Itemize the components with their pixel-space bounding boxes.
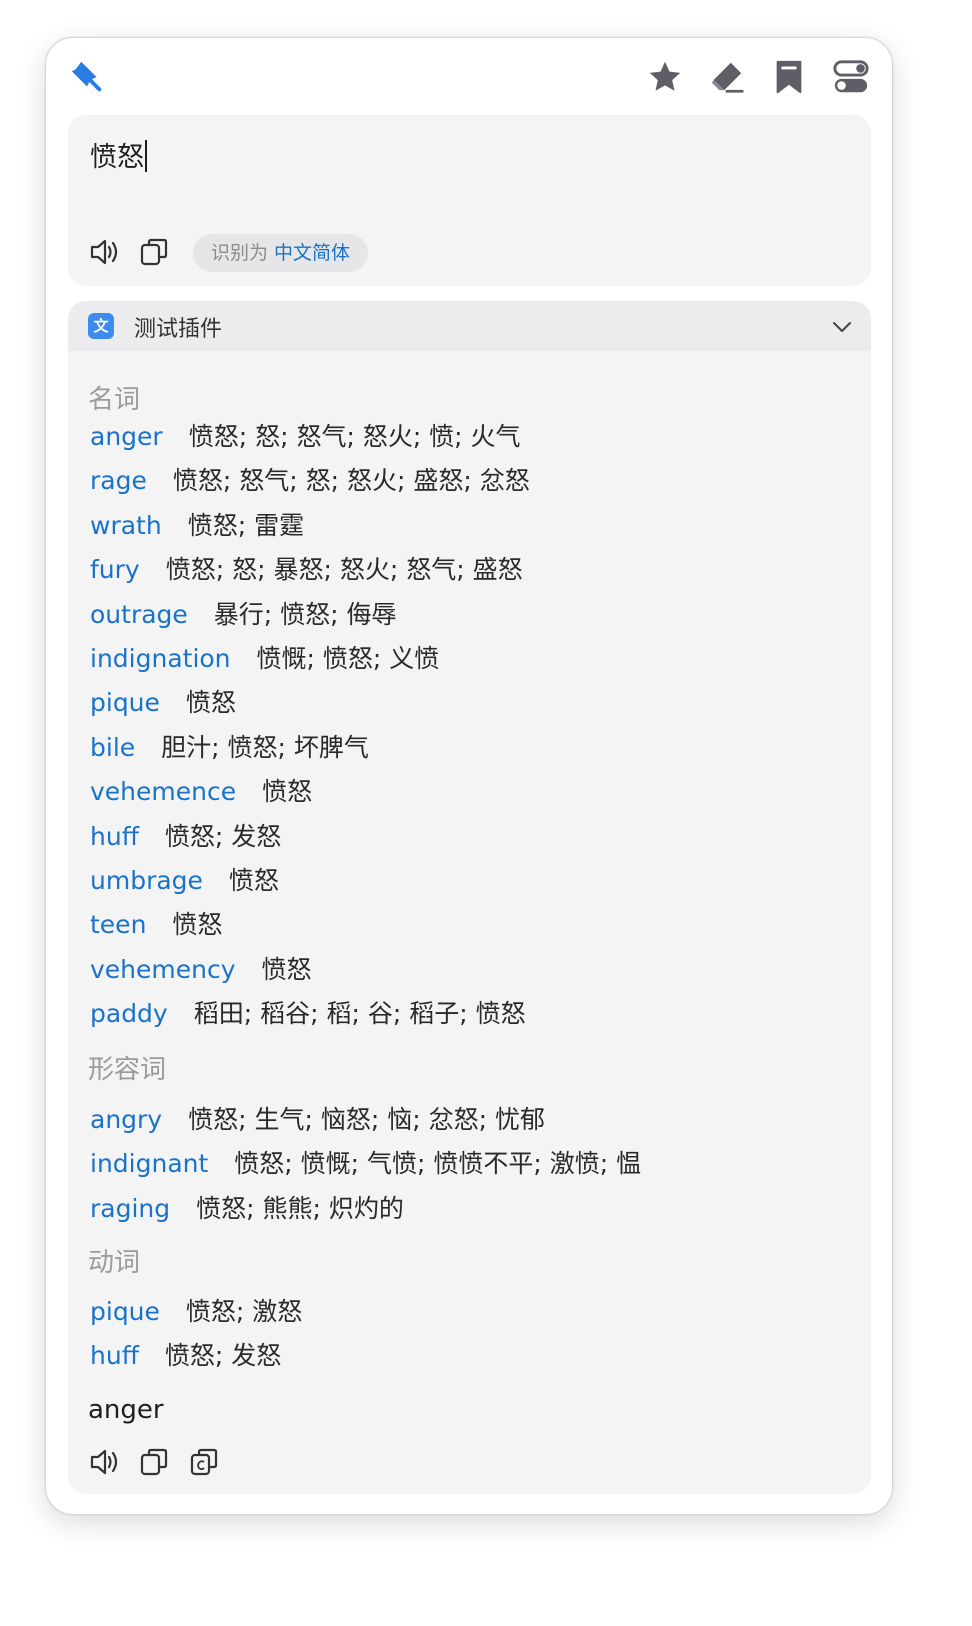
definition-row: anger 愤怒; 怒; 怒气; 怒火; 愤; 火气 — [90, 420, 521, 454]
definition-meaning: 愤怒 — [261, 955, 312, 984]
definition-word[interactable]: pique — [90, 1297, 160, 1326]
definition-row: umbrage 愤怒 — [90, 864, 279, 898]
pin-icon[interactable] — [68, 58, 106, 96]
definition-row: pique 愤怒 — [90, 686, 236, 720]
definition-row: angry 愤怒; 生气; 恼怒; 恼; 忿怒; 忧郁 — [90, 1103, 545, 1137]
input-value: 愤怒 — [90, 142, 144, 173]
definition-meaning: 愤怒; 激怒 — [185, 1297, 303, 1326]
definition-row: huff 愤怒; 发怒 — [90, 1339, 281, 1373]
definition-meaning: 稻田; 稻谷; 稻; 谷; 稻子; 愤怒 — [193, 999, 526, 1028]
definition-row: fury 愤怒; 怒; 暴怒; 怒火; 怒气; 盛怒 — [90, 553, 523, 587]
definition-word[interactable]: fury — [90, 555, 140, 584]
definition-row: outrage 暴行; 愤怒; 侮辱 — [90, 598, 397, 632]
star-icon[interactable] — [646, 58, 684, 96]
toggle-icon[interactable] — [832, 58, 870, 96]
copy-result-icon[interactable] — [188, 1445, 222, 1479]
result-header[interactable]: 文 测试插件 — [68, 301, 871, 351]
definition-word[interactable]: vehemency — [90, 955, 236, 984]
result-card: 文 测试插件 名词 anger 愤怒; 怒; 怒气; 怒火; 愤; 火气 rage 愤怒… — [68, 301, 871, 1494]
definition-row: pique 愤怒; 激怒 — [90, 1295, 302, 1329]
definition-meaning: 愤怒 — [262, 777, 313, 806]
definition-row: bile 胆汁; 愤怒; 坏脾气 — [90, 731, 369, 765]
speaker-icon[interactable] — [88, 235, 122, 269]
pos-label: 动词 — [88, 1248, 141, 1278]
input-card[interactable]: 愤怒 识别为 中文简体 — [68, 115, 871, 286]
definition-meaning: 愤怒; 发怒 — [164, 822, 282, 851]
definition-row: vehemence 愤怒 — [90, 775, 312, 809]
definition-meaning: 愤怒 — [185, 688, 236, 717]
definition-meaning: 愤怒 — [172, 910, 223, 939]
detected-language: 中文简体 — [274, 242, 351, 264]
detected-prefix: 识别为 — [211, 242, 269, 264]
definition-word[interactable]: outrage — [90, 600, 188, 629]
definition-word[interactable]: raging — [90, 1194, 170, 1223]
input-text[interactable]: 愤怒 — [90, 135, 147, 174]
definition-word[interactable]: anger — [90, 422, 163, 451]
toolbar — [46, 38, 892, 116]
chevron-down-icon[interactable] — [831, 316, 853, 338]
definition-word[interactable]: huff — [90, 822, 139, 851]
definition-meaning: 愤怒; 生气; 恼怒; 恼; 忿怒; 忧郁 — [188, 1105, 545, 1134]
definition-meaning: 愤怒; 愤慨; 气愤; 愤愤不平; 激愤; 愠 — [234, 1149, 642, 1178]
definition-row: huff 愤怒; 发怒 — [90, 820, 281, 854]
pos-label: 形容词 — [88, 1055, 167, 1085]
definition-meaning: 愤慨; 愤怒; 义愤 — [256, 644, 440, 673]
definition-meaning: 愤怒 — [228, 866, 279, 895]
definition-meaning: 愤怒; 雷霆 — [187, 511, 305, 540]
definition-word[interactable]: vehemence — [90, 777, 236, 806]
translator-window: 愤怒 识别为 中文简体 文 测试插件 名词 anger 愤怒; 怒; 怒气; 怒火; … — [45, 37, 893, 1515]
definition-row: vehemency 愤怒 — [90, 953, 312, 987]
pos-label: 名词 — [88, 385, 141, 415]
plugin-icon: 文 — [88, 313, 114, 339]
definition-meaning: 愤怒; 怒气; 怒; 怒火; 盛怒; 忿怒 — [172, 466, 530, 495]
definition-word[interactable]: angry — [90, 1105, 162, 1134]
definition-word[interactable]: indignant — [90, 1149, 208, 1178]
definition-meaning: 愤怒; 怒; 怒气; 怒火; 愤; 火气 — [188, 422, 521, 451]
definition-row: wrath 愤怒; 雷霆 — [90, 509, 304, 543]
definition-meaning: 愤怒; 怒; 暴怒; 怒火; 怒气; 盛怒 — [165, 555, 523, 584]
definition-word[interactable]: wrath — [90, 511, 162, 540]
definition-word[interactable]: huff — [90, 1341, 139, 1370]
definition-row: paddy 稻田; 稻谷; 稻; 谷; 稻子; 愤怒 — [90, 997, 526, 1031]
definition-row: teen 愤怒 — [90, 908, 222, 942]
eraser-icon[interactable] — [708, 58, 746, 96]
text-caret — [145, 140, 147, 172]
definition-row: indignant 愤怒; 愤慨; 气愤; 愤愤不平; 激愤; 愠 — [90, 1147, 641, 1181]
definition-word[interactable]: teen — [90, 910, 146, 939]
definition-word[interactable]: paddy — [90, 999, 168, 1028]
definition-word[interactable]: bile — [90, 733, 135, 762]
definition-meaning: 暴行; 愤怒; 侮辱 — [213, 600, 397, 629]
detected-language-badge[interactable]: 识别为 中文简体 — [193, 234, 369, 272]
copy-icon[interactable] — [138, 235, 172, 269]
speaker-icon[interactable] — [88, 1445, 122, 1479]
definition-meaning: 胆汁; 愤怒; 坏脾气 — [161, 733, 369, 762]
definition-meaning: 愤怒; 发怒 — [164, 1341, 282, 1370]
definition-word[interactable]: pique — [90, 688, 160, 717]
definition-word[interactable]: indignation — [90, 644, 231, 673]
definition-meaning: 愤怒; 熊熊; 炽灼的 — [196, 1194, 404, 1223]
definition-row: rage 愤怒; 怒气; 怒; 怒火; 盛怒; 忿怒 — [90, 464, 530, 498]
definition-word[interactable]: umbrage — [90, 866, 203, 895]
copy-icon[interactable] — [138, 1445, 172, 1479]
definition-word[interactable]: rage — [90, 466, 147, 495]
definition-row: indignation 愤慨; 愤怒; 义愤 — [90, 642, 439, 676]
plugin-name: 测试插件 — [134, 317, 223, 342]
bookmark-icon[interactable] — [770, 58, 808, 96]
translated-text[interactable]: anger — [88, 1395, 164, 1425]
definition-row: raging 愤怒; 熊熊; 炽灼的 — [90, 1192, 404, 1226]
